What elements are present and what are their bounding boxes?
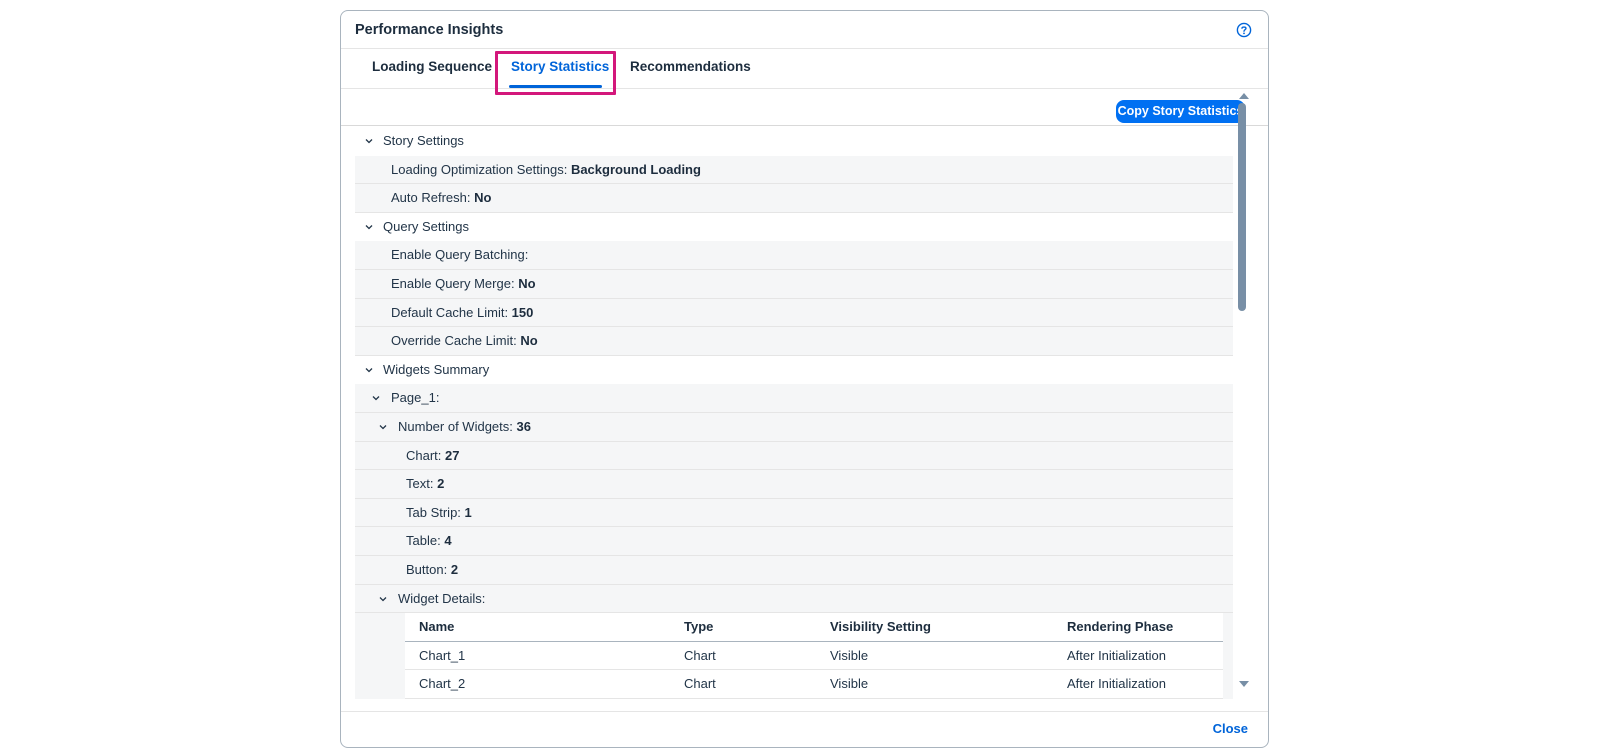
widget-type-label: Tab Strip: [406,504,465,520]
dialog-title: Performance Insights [355,22,504,38]
widget-details-container: Name Type Visibility Setting Rendering P… [355,613,1233,700]
tree-node-label: Number of Widgets: [398,418,517,434]
tree-node-page-1[interactable]: Page_1: [355,384,1233,413]
tree-node-widget-details[interactable]: Widget Details: [355,584,1233,614]
list-item: Table: 4 [355,527,1233,556]
list-item: Auto Refresh: No [355,184,1233,213]
chevron-down-icon[interactable] [365,366,373,374]
setting-value: Background Loading [570,161,701,177]
widget-type-label: Button: [406,561,451,577]
cell-name: Chart_2 [419,676,466,692]
tree-node-number-of-widgets[interactable]: Number of Widgets: 36 [355,412,1233,442]
setting-value: 150 [511,304,534,320]
chevron-down-icon[interactable] [365,223,373,231]
table-row[interactable]: Chart_1 Chart Visible After Initializati… [405,641,1223,671]
table-row[interactable]: Chart_2 Chart Visible After Initializati… [405,670,1223,699]
list-item: Override Cache Limit: No [355,327,1233,356]
widget-type-count: 4 [444,533,452,549]
tree-node-label: Page_1: [391,390,440,406]
setting-value: No [520,333,538,349]
widget-type-label: Chart: [406,447,446,463]
scroll-down-arrow-icon[interactable] [1239,681,1249,687]
chevron-down-icon[interactable] [379,595,387,603]
cell-name: Chart_1 [419,647,466,663]
table-header-row: Name Type Visibility Setting Rendering P… [405,613,1223,642]
column-header-type: Type [684,619,714,635]
tab-recommendations[interactable]: Recommendations [630,59,751,81]
list-item: Enable Query Merge: No [355,269,1233,299]
tree-node-label: Story Settings [383,133,464,148]
dialog-footer: Close [341,711,1268,747]
cell-rendering-phase: After Initialization [1067,676,1166,692]
widget-details-table: Name Type Visibility Setting Rendering P… [405,613,1223,699]
widget-type-count: 2 [450,561,459,577]
setting-value: No [518,275,536,291]
performance-insights-dialog: Performance Insights Loading Sequence St… [340,10,1269,748]
question-circle-icon[interactable] [1236,22,1252,38]
widget-type-count: 1 [464,504,472,520]
tab-bar: Loading Sequence Story Statistics Recomm… [341,49,1268,95]
copy-story-statistics-button[interactable]: Copy Story Statistics [1116,100,1245,123]
setting-label: Default Cache Limit: [391,304,512,320]
chevron-down-icon[interactable] [379,423,387,431]
cell-type: Chart [684,647,716,663]
chevron-down-icon[interactable] [365,137,373,145]
widget-type-count: 27 [445,447,460,463]
tree-node-query-settings[interactable]: Query Settings [355,213,1233,242]
scrollbar-thumb[interactable] [1238,103,1246,311]
setting-label: Enable Query Batching: [391,247,529,263]
cell-type: Chart [684,676,716,692]
tree-node-story-settings[interactable]: Story Settings [355,127,1233,156]
list-item: Tab Strip: 1 [355,498,1233,528]
content-toolbar: Copy Story Statistics [341,89,1268,126]
widget-type-label: Text: [406,476,438,492]
tree-node-label: Query Settings [383,218,469,234]
close-button[interactable]: Close [1213,721,1248,736]
vertical-scrollbar[interactable] [1235,91,1251,689]
widget-type-label: Table: [406,533,445,549]
chevron-down-icon[interactable] [372,394,380,402]
setting-label: Loading Optimization Settings: [391,161,571,177]
setting-label: Auto Refresh: [391,190,475,206]
column-header-name: Name [419,619,455,635]
list-item: Button: 2 [355,555,1233,585]
cell-visibility: Visible [830,647,869,663]
list-item: Chart: 27 [355,441,1233,471]
tree-node-label: Widget Details: [398,590,486,606]
statistics-tree: Story Settings Loading Optimization Sett… [355,127,1233,701]
dialog-header: Performance Insights [341,11,1268,49]
tree-node-label: Widgets Summary [383,361,490,377]
setting-label: Override Cache Limit: [391,333,521,349]
column-header-visibility: Visibility Setting [830,619,931,635]
setting-value: No [474,190,492,206]
tree-node-widgets-summary[interactable]: Widgets Summary [355,356,1233,385]
tab-loading-sequence[interactable]: Loading Sequence [372,59,492,81]
cell-visibility: Visible [830,676,869,692]
column-header-rendering-phase: Rendering Phase [1067,619,1174,635]
widget-count: 36 [516,418,531,434]
list-item: Enable Query Batching: [355,241,1233,270]
list-item: Loading Optimization Settings: Backgroun… [355,155,1233,185]
widget-type-count: 2 [437,476,445,492]
list-item: Default Cache Limit: 150 [355,298,1233,328]
cell-rendering-phase: After Initialization [1067,647,1166,663]
scroll-up-arrow-icon[interactable] [1239,93,1249,99]
setting-label: Enable Query Merge: [391,275,519,291]
list-item: Text: 2 [355,470,1233,499]
